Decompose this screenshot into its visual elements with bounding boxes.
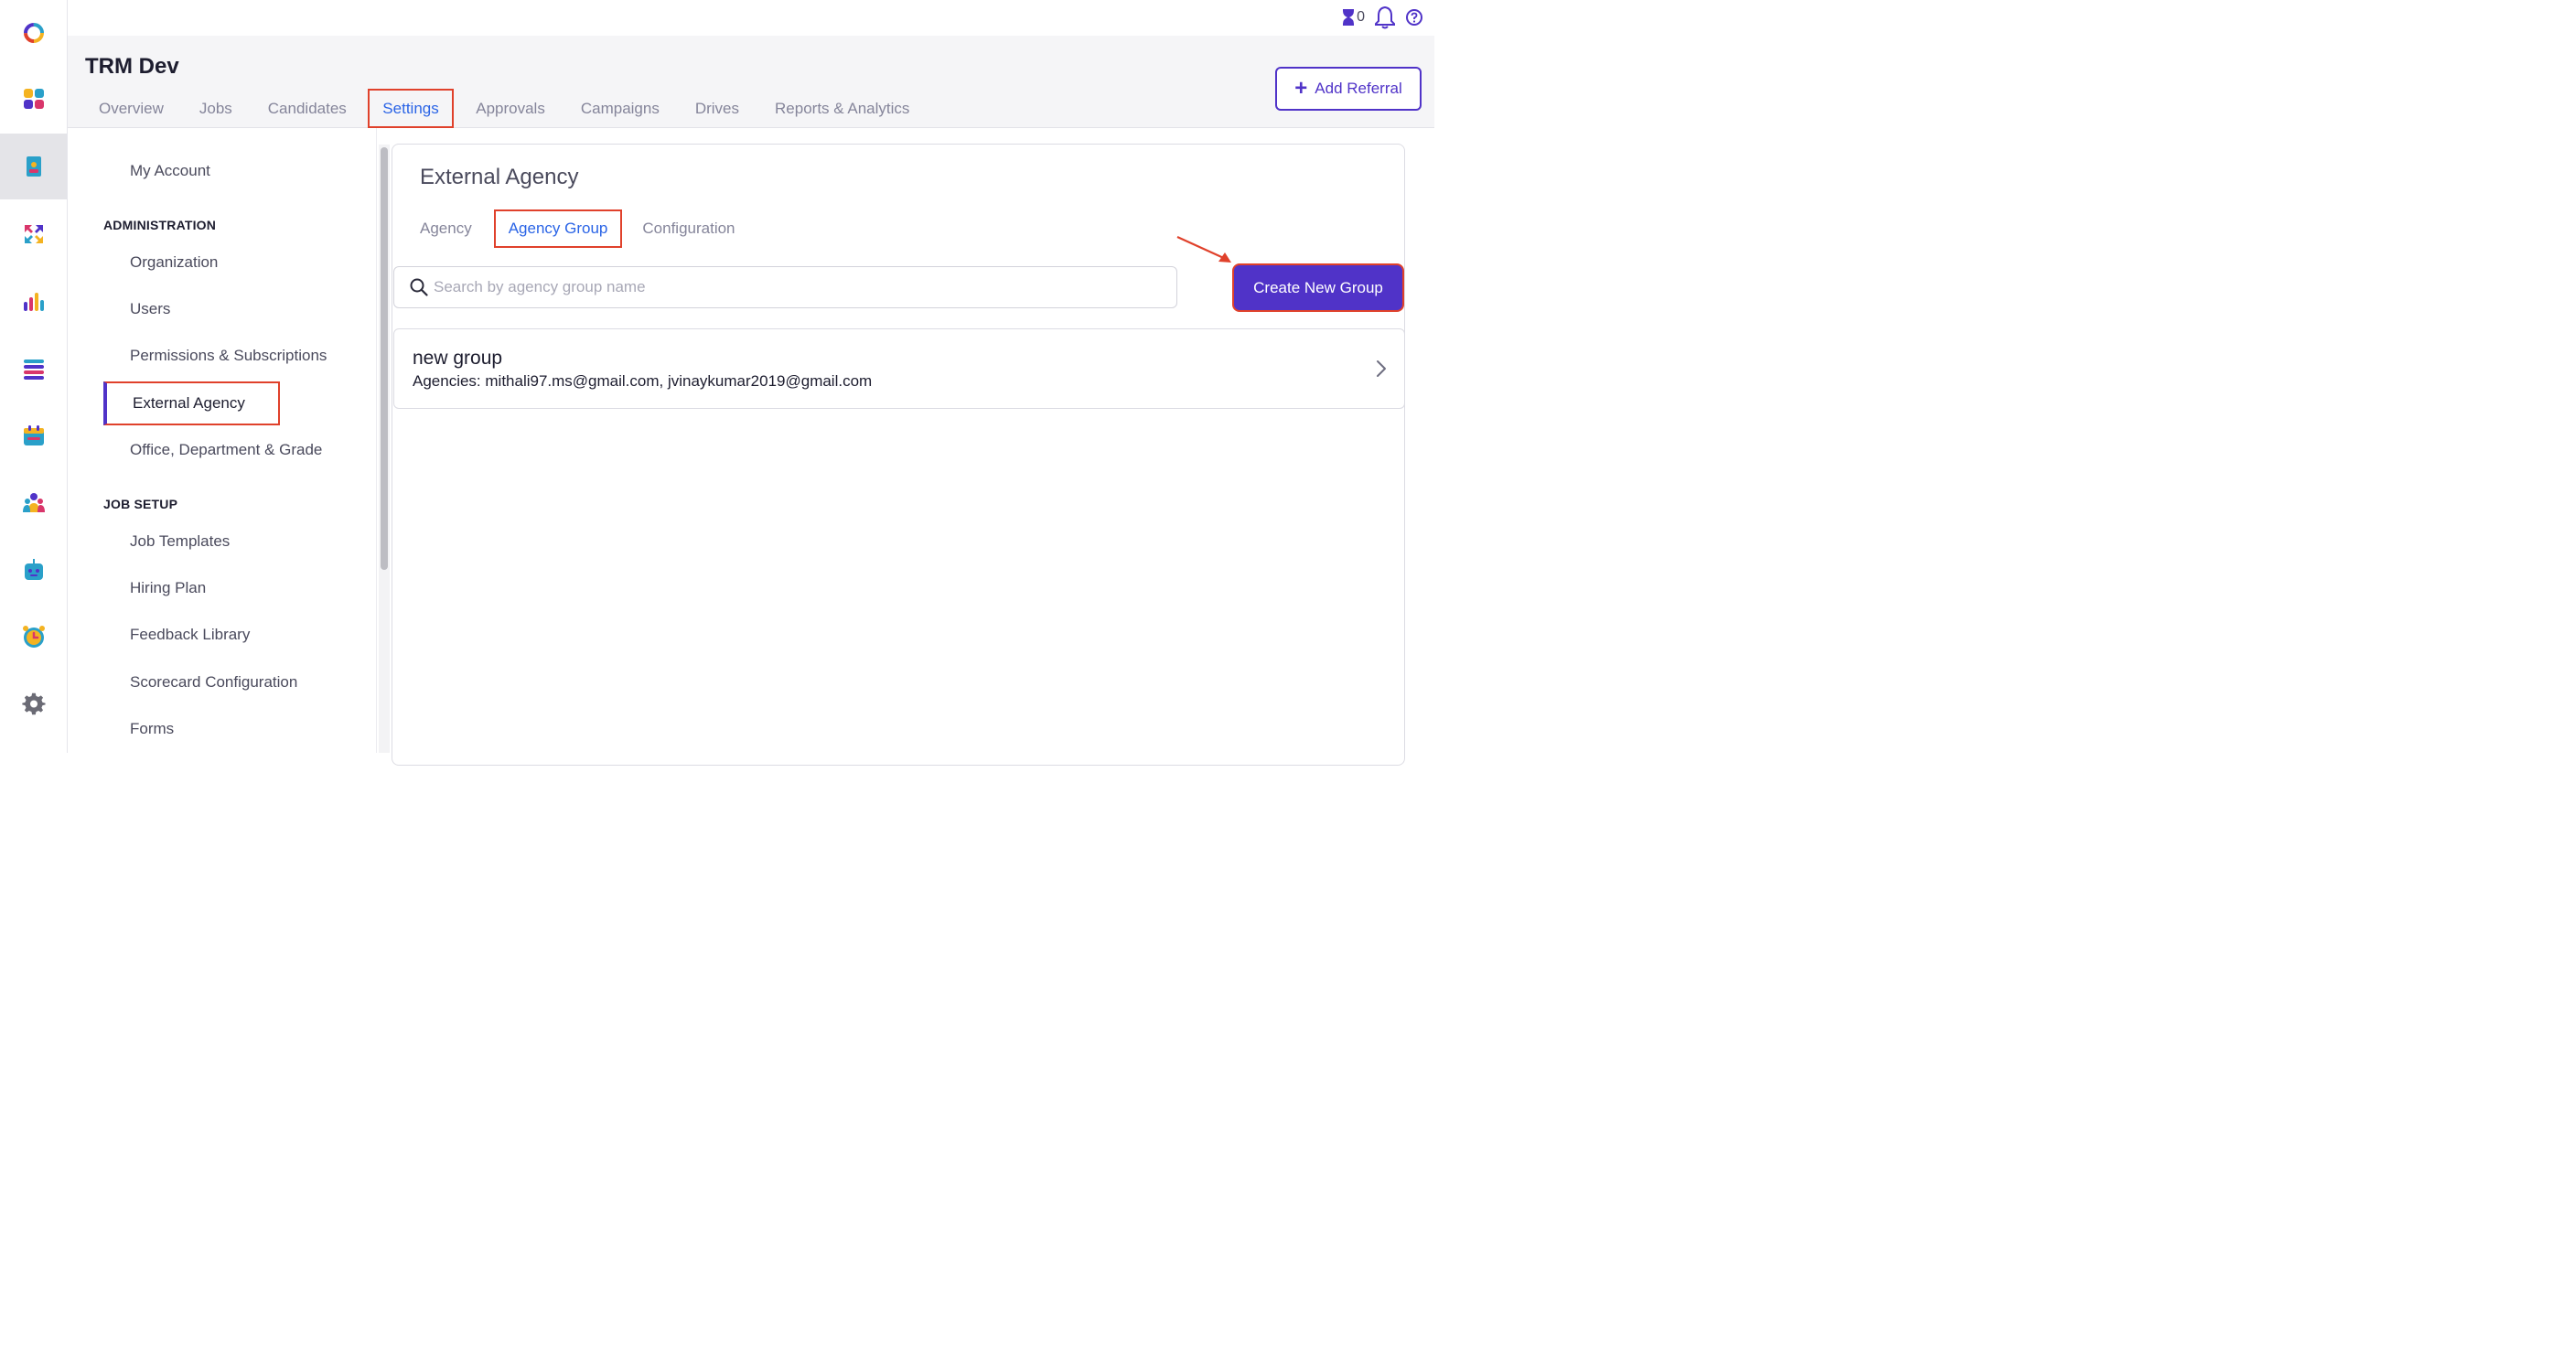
dashboard-icon[interactable] [0, 66, 67, 132]
tab-settings[interactable]: Settings [368, 89, 454, 128]
icon-rail [0, 0, 68, 753]
referral-arrows-icon[interactable] [0, 201, 67, 267]
menu-scrollbar-thumb[interactable] [381, 147, 388, 570]
external-agency-card: External Agency Agency Agency Group Conf… [392, 144, 1405, 766]
tab-candidates[interactable]: Candidates [250, 89, 364, 128]
main-nav-tabs: Overview Jobs Candidates Settings Approv… [99, 89, 928, 128]
top-bar: 0 [68, 0, 1434, 36]
page-header: TRM Dev Overview Jobs Candidates Setting… [68, 36, 1434, 128]
agency-sub-tabs: Agency Agency Group Configuration [420, 209, 735, 248]
tab-reports-analytics[interactable]: Reports & Analytics [757, 89, 928, 128]
search-input[interactable] [434, 278, 1147, 296]
search-icon [410, 278, 428, 296]
section-job-setup: JOB SETUP [103, 497, 178, 511]
tab-approvals[interactable]: Approvals [458, 89, 564, 128]
tab-configuration[interactable]: Configuration [642, 209, 735, 248]
group-name: new group [413, 348, 503, 369]
add-referral-label: Add Referral [1315, 80, 1402, 97]
jobs-document-icon[interactable] [0, 134, 67, 199]
help-icon[interactable] [1405, 8, 1423, 27]
top-icons: 0 [1341, 5, 1423, 29]
hourglass-icon[interactable]: 0 [1341, 8, 1365, 27]
annotation-arrow-icon [1176, 235, 1231, 263]
search-field[interactable] [393, 266, 1177, 308]
menu-item-job-templates[interactable]: Job Templates [130, 532, 230, 551]
tab-drives[interactable]: Drives [677, 89, 757, 128]
section-title: External Agency [420, 165, 579, 189]
chevron-right-icon [1377, 360, 1386, 377]
menu-item-users[interactable]: Users [130, 300, 170, 318]
menu-item-feedback-library[interactable]: Feedback Library [130, 626, 250, 644]
alarm-clock-icon[interactable] [0, 604, 67, 670]
menu-item-my-account[interactable]: My Account [130, 162, 210, 180]
menu-item-organization[interactable]: Organization [130, 253, 218, 272]
add-referral-button[interactable]: + Add Referral [1275, 67, 1422, 111]
calendar-icon[interactable] [0, 402, 67, 468]
group-agencies: Agencies: mithali97.ms@gmail.com, jvinay… [413, 372, 873, 390]
list-icon[interactable] [0, 336, 67, 402]
bot-icon[interactable] [0, 537, 67, 603]
menu-item-external-agency[interactable]: External Agency [103, 381, 280, 425]
timer-count: 0 [1357, 9, 1365, 25]
analytics-icon[interactable] [0, 269, 67, 335]
bell-icon[interactable] [1374, 5, 1396, 29]
settings-side-menu: My Account ADMINISTRATION Organization U… [68, 128, 377, 753]
plus-icon: + [1294, 76, 1308, 101]
logo-icon[interactable] [0, 0, 67, 66]
settings-gear-icon[interactable] [0, 671, 67, 737]
menu-item-hiring-plan[interactable]: Hiring Plan [130, 579, 206, 597]
people-icon[interactable] [0, 469, 67, 535]
section-administration: ADMINISTRATION [103, 218, 217, 232]
tab-agency-group[interactable]: Agency Group [493, 209, 623, 248]
page-title: TRM Dev [85, 54, 179, 79]
menu-item-scorecard-configuration[interactable]: Scorecard Configuration [130, 673, 297, 692]
menu-item-office-department-grade[interactable]: Office, Department & Grade [130, 441, 322, 459]
tab-campaigns[interactable]: Campaigns [563, 89, 677, 128]
tab-jobs[interactable]: Jobs [181, 89, 250, 128]
menu-item-permissions-subscriptions[interactable]: Permissions & Subscriptions [130, 347, 327, 365]
tab-agency[interactable]: Agency [420, 209, 472, 248]
tab-overview[interactable]: Overview [99, 89, 181, 128]
list-item[interactable]: new group Agencies: mithali97.ms@gmail.c… [393, 328, 1405, 409]
menu-item-forms[interactable]: Forms [130, 720, 174, 738]
create-new-group-button[interactable]: Create New Group [1232, 263, 1404, 312]
